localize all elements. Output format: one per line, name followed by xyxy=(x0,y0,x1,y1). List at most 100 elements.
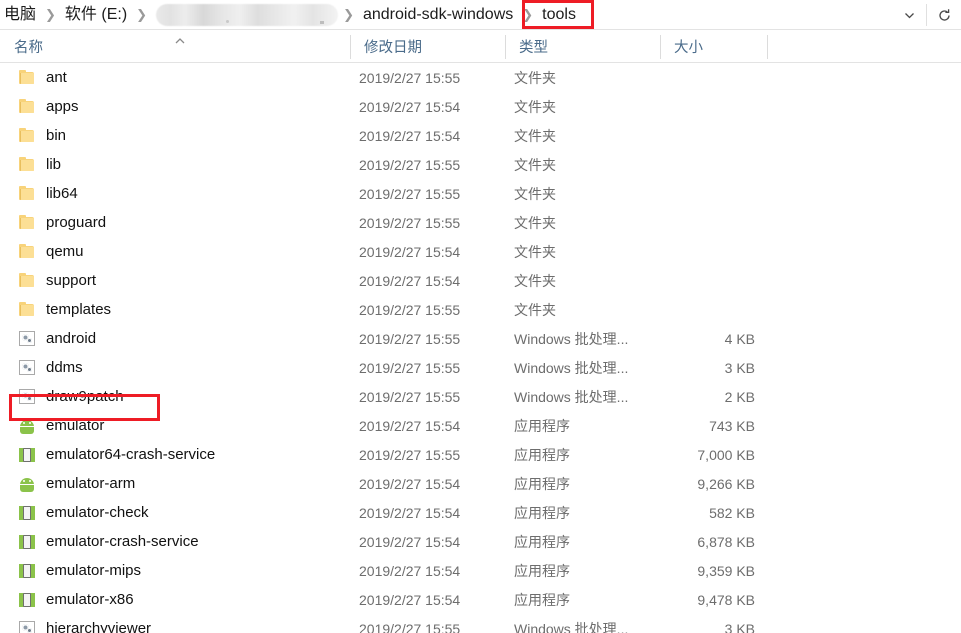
file-type-cell: 应用程序 xyxy=(514,446,570,463)
file-name-cell[interactable]: android xyxy=(0,330,350,348)
file-list[interactable]: ant 2019/2/27 15:55 文件夹 apps 2019/2/27 15:54… xyxy=(0,63,961,633)
table-row[interactable]: emulator-arm 2019/2/27 15:54 应用程序 9,266 KB xyxy=(0,469,961,498)
table-row[interactable]: draw9patch 2019/2/27 15:55 Windows 批处理... 2… xyxy=(0,382,961,411)
file-type-cell: Windows 批处理... xyxy=(514,330,629,347)
file-size-cell: 582 KB xyxy=(709,504,755,521)
file-name-label: emulator64-crash-service xyxy=(46,446,216,463)
table-row[interactable]: android 2019/2/27 15:55 Windows 批处理... 4 KB xyxy=(0,324,961,353)
breadcrumb-item-软件 (E:)[interactable]: 软件 (E:) xyxy=(61,4,131,27)
breadcrumb-blur-speck-2 xyxy=(320,21,324,24)
column-header-name[interactable]: 名称 xyxy=(0,30,350,63)
file-size-cell: 9,478 KB xyxy=(697,591,755,608)
file-date-cell: 2019/2/27 15:54 xyxy=(359,243,461,260)
folder-icon xyxy=(18,69,36,87)
file-name-cell[interactable]: ddms xyxy=(0,359,350,377)
file-name-label: emulator-mips xyxy=(46,562,142,579)
refresh-icon[interactable] xyxy=(927,0,961,30)
table-row[interactable]: apps 2019/2/27 15:54 文件夹 xyxy=(0,92,961,121)
table-row[interactable]: emulator64-crash-service 2019/2/27 15:55 应… xyxy=(0,440,961,469)
breadcrumb-separator: ❯ xyxy=(136,7,148,22)
table-row[interactable]: emulator-x86 2019/2/27 15:54 应用程序 9,478 KB xyxy=(0,585,961,614)
file-name-cell[interactable]: emulator-crash-service xyxy=(0,533,350,551)
file-date-cell: 2019/2/27 15:54 xyxy=(359,504,461,521)
file-date-cell: 2019/2/27 15:54 xyxy=(359,272,461,289)
file-size-cell: 3 KB xyxy=(724,359,755,376)
table-row[interactable]: qemu 2019/2/27 15:54 文件夹 xyxy=(0,237,961,266)
breadcrumb-item-电脑[interactable]: 电脑 xyxy=(0,4,40,27)
file-name-cell[interactable]: templates xyxy=(0,301,350,319)
file-date-cell: 2019/2/27 15:55 xyxy=(359,69,461,86)
folder-icon xyxy=(18,156,36,174)
file-name-cell[interactable]: lib xyxy=(0,156,350,174)
chevron-down-icon[interactable] xyxy=(892,0,926,30)
file-name-cell[interactable]: emulator-mips xyxy=(0,562,350,580)
file-name-cell[interactable]: draw9patch xyxy=(0,388,350,406)
file-name-cell[interactable]: emulator-x86 xyxy=(0,591,350,609)
breadcrumb-item-tools[interactable]: tools xyxy=(538,4,580,27)
file-date-cell: 2019/2/27 15:54 xyxy=(359,98,461,115)
file-name-label: bin xyxy=(46,127,67,144)
table-row[interactable]: bin 2019/2/27 15:54 文件夹 xyxy=(0,121,961,150)
file-name-cell[interactable]: emulator64-crash-service xyxy=(0,446,350,464)
file-date-cell: 2019/2/27 15:55 xyxy=(359,330,461,347)
address-bar[interactable]: 电脑 ❯ 软件 (E:) ❯ ❯ android-sdk-windows ❯ tools xyxy=(0,0,961,30)
column-header-type-label: 类型 xyxy=(519,39,548,56)
file-name-cell[interactable]: proguard xyxy=(0,214,350,232)
file-name-label: lib64 xyxy=(46,185,78,202)
table-row[interactable]: emulator-crash-service 2019/2/27 15:54 应用程… xyxy=(0,527,961,556)
file-name-cell[interactable]: bin xyxy=(0,127,350,145)
file-name-label: emulator xyxy=(46,417,105,434)
table-row[interactable]: proguard 2019/2/27 15:55 文件夹 xyxy=(0,208,961,237)
file-type-cell: 文件夹 xyxy=(514,127,556,144)
column-header-empty[interactable] xyxy=(767,30,961,63)
file-name-label: draw9patch xyxy=(46,388,124,405)
table-row[interactable]: emulator-mips 2019/2/27 15:54 应用程序 9,359 KB xyxy=(0,556,961,585)
column-header-size-label: 大小 xyxy=(674,39,703,56)
column-header-date-modified[interactable]: 修改日期 xyxy=(350,30,505,63)
breadcrumb[interactable]: 电脑 ❯ 软件 (E:) ❯ ❯ android-sdk-windows ❯ tools xyxy=(0,0,580,30)
green-device-icon xyxy=(18,446,36,464)
breadcrumb-item-redacted[interactable] xyxy=(156,4,339,26)
file-type-cell: 文件夹 xyxy=(514,272,556,289)
file-name-label: android xyxy=(46,330,97,347)
file-name-cell[interactable]: qemu xyxy=(0,243,350,261)
file-name-label: ant xyxy=(46,69,67,86)
folder-icon xyxy=(18,127,36,145)
file-type-cell: 文件夹 xyxy=(514,156,556,173)
table-row[interactable]: support 2019/2/27 15:54 文件夹 xyxy=(0,266,961,295)
table-row[interactable]: lib64 2019/2/27 15:55 文件夹 xyxy=(0,179,961,208)
table-row[interactable]: lib 2019/2/27 15:55 文件夹 xyxy=(0,150,961,179)
column-header-type[interactable]: 类型 xyxy=(505,30,660,63)
file-date-cell: 2019/2/27 15:54 xyxy=(359,562,461,579)
column-header-name-label: 名称 xyxy=(14,39,43,56)
file-name-label: qemu xyxy=(46,243,84,260)
file-name-cell[interactable]: emulator-check xyxy=(0,504,350,522)
file-type-cell: 文件夹 xyxy=(514,214,556,231)
breadcrumb-blur-speck xyxy=(226,20,229,23)
table-row[interactable]: templates 2019/2/27 15:55 文件夹 xyxy=(0,295,961,324)
file-name-cell[interactable]: hierarchyviewer xyxy=(0,620,350,633)
file-date-cell: 2019/2/27 15:54 xyxy=(359,475,461,492)
table-row[interactable]: ddms 2019/2/27 15:55 Windows 批处理... 3 KB xyxy=(0,353,961,382)
column-header-size[interactable]: 大小 xyxy=(660,30,767,63)
table-row[interactable]: emulator 2019/2/27 15:54 应用程序 743 KB xyxy=(0,411,961,440)
batch-file-icon xyxy=(18,620,36,633)
file-name-cell[interactable]: lib64 xyxy=(0,185,350,203)
file-name-cell[interactable]: support xyxy=(0,272,350,290)
file-name-cell[interactable]: emulator xyxy=(0,417,350,435)
table-row[interactable]: ant 2019/2/27 15:55 文件夹 xyxy=(0,63,961,92)
folder-icon xyxy=(18,243,36,261)
breadcrumb-item-android-sdk-windows[interactable]: android-sdk-windows xyxy=(359,4,517,27)
green-device-icon xyxy=(18,591,36,609)
file-name-cell[interactable]: ant xyxy=(0,69,350,87)
batch-file-icon xyxy=(18,330,36,348)
file-type-cell: 文件夹 xyxy=(514,69,556,86)
file-date-cell: 2019/2/27 15:55 xyxy=(359,446,461,463)
file-type-cell: 应用程序 xyxy=(514,475,570,492)
file-size-cell: 743 KB xyxy=(709,417,755,434)
file-date-cell: 2019/2/27 15:54 xyxy=(359,127,461,144)
table-row[interactable]: emulator-check 2019/2/27 15:54 应用程序 582 KB xyxy=(0,498,961,527)
file-name-cell[interactable]: apps xyxy=(0,98,350,116)
file-name-cell[interactable]: emulator-arm xyxy=(0,475,350,493)
table-row[interactable]: hierarchyviewer 2019/2/27 15:55 Windows 批处… xyxy=(0,614,961,633)
